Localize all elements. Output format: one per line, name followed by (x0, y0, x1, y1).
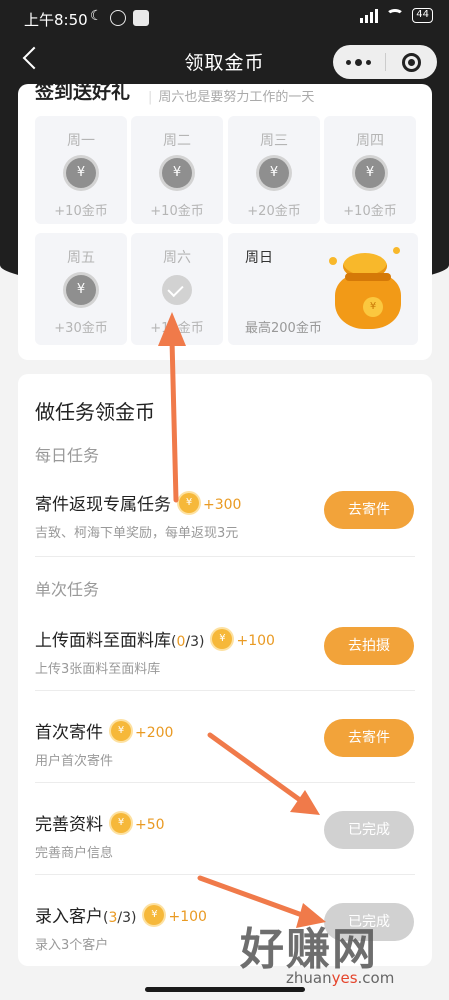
gold-coin-icon: ¥ (111, 813, 131, 833)
task-description: 录入3个客户 (35, 938, 109, 953)
task-row: 上传面料至面料库(0/3) ¥ +100 上传3张面料至面料库 去拍摄 (18, 610, 432, 702)
checkin-day-fri[interactable]: 周五 ¥ +30金币 (35, 233, 127, 345)
go-ship-button[interactable]: 去寄件 (324, 491, 414, 529)
tasks-title: 做任务领金币 (35, 400, 155, 424)
gold-coin-icon: ¥ (179, 493, 199, 513)
task-points: +50 (135, 817, 165, 833)
day-name: 周四 (356, 133, 384, 149)
task-name: 寄件返现专属任务 (35, 495, 171, 515)
task-description: 完善商户信息 (35, 846, 114, 861)
checkin-card: 签到送好礼 周六也是要努力工作的一天 周一 ¥ +10金币 周二 ¥ +10金币… (18, 84, 432, 360)
coin-icon: ¥ (66, 275, 96, 305)
task-name: 首次寄件 (35, 723, 103, 743)
gold-coin-icon: ¥ (144, 905, 165, 925)
divider (35, 874, 415, 875)
nav-bar: 领取金币 (0, 38, 449, 84)
coin-bag-icon: ¥ (329, 247, 405, 333)
gold-coin-icon: ¥ (212, 629, 233, 649)
day-reward: +20金币 (247, 204, 301, 219)
once-tasks-label: 单次任务 (35, 580, 100, 599)
day-reward: +30金币 (54, 321, 108, 336)
go-shoot-button[interactable]: 去拍摄 (324, 627, 414, 665)
task-name: 录入客户 (35, 907, 103, 927)
checkin-day-sun[interactable]: 周日 最高200金币 ¥ (228, 233, 418, 345)
day-name: 周三 (260, 133, 288, 149)
task-name: 完善资料 (35, 815, 103, 835)
task-points: +300 (203, 497, 242, 513)
checkin-title: 签到送好礼 (35, 84, 131, 103)
battery-icon: 44 (412, 8, 433, 23)
status-time: 上午8:50 (24, 11, 88, 29)
task-description: 上传3张面料至面料库 (35, 662, 161, 677)
task-description: 吉致、柯海下单奖励，每单返现3元 (35, 526, 239, 541)
checkin-subtitle: 周六也是要努力工作的一天 (148, 86, 314, 105)
day-reward: +10金币 (54, 204, 108, 219)
checkin-day-thu[interactable]: 周四 ¥ +10金币 (324, 116, 416, 224)
more-button[interactable] (333, 45, 385, 79)
day-name: 周六 (163, 250, 191, 266)
close-button[interactable] (385, 45, 437, 79)
coin-icon: ¥ (259, 158, 289, 188)
task-row: 寄件返现专属任务 ¥ +300 吉致、柯海下单奖励，每单返现3元 去寄件 (18, 474, 432, 566)
day-reward: +10金币 (150, 204, 204, 219)
task-points: +100 (168, 909, 207, 925)
checkin-day-tue[interactable]: 周二 ¥ +10金币 (131, 116, 223, 224)
checkmark-icon (162, 275, 192, 305)
task-row: 完善资料 ¥ +50 完善商户信息 已完成 (18, 794, 432, 886)
day-reward: +10金币 (150, 321, 204, 336)
more-dot-icon (366, 59, 372, 65)
checkin-day-wed[interactable]: 周三 ¥ +20金币 (228, 116, 320, 224)
day-name: 周五 (67, 250, 95, 266)
checkin-day-sat[interactable]: 周六 +10金币 (131, 233, 223, 345)
app-notification-icon (133, 10, 149, 26)
watermark: 好赚网 zhuanyes.com (240, 913, 440, 993)
completed-button: 已完成 (324, 811, 414, 849)
target-close-icon (401, 52, 421, 72)
more-dot-icon (346, 59, 352, 65)
daily-tasks-label: 每日任务 (35, 446, 100, 465)
tasks-card: 做任务领金币 每日任务 寄件返现专属任务 ¥ +300 吉致、柯海下单奖励，每单返现… (18, 374, 432, 966)
divider (35, 690, 415, 691)
day-name: 周一 (67, 133, 95, 149)
day-reward: 最高200金币 (245, 321, 322, 336)
divider (35, 782, 415, 783)
status-bar: 上午8:50 ☾ 44 (0, 0, 449, 36)
task-description: 用户首次寄件 (35, 754, 114, 769)
watermark-url: zhuanyes.com (286, 969, 395, 987)
gold-coin-icon: ¥ (111, 721, 131, 741)
day-reward: +10金币 (343, 204, 397, 219)
task-points: +100 (236, 633, 275, 649)
checkin-day-mon[interactable]: 周一 ¥ +10金币 (35, 116, 127, 224)
task-name: 上传面料至面料库 (35, 631, 171, 651)
signal-icon (360, 8, 379, 23)
wifi-icon (386, 9, 405, 22)
go-ship-button[interactable]: 去寄件 (324, 719, 414, 757)
coin-icon: ¥ (355, 158, 385, 188)
task-row: 首次寄件 ¥ +200 用户首次寄件 去寄件 (18, 702, 432, 794)
divider (35, 556, 415, 557)
coin-icon: ¥ (66, 158, 96, 188)
coin-icon: ¥ (162, 158, 192, 188)
day-name: 周二 (163, 133, 191, 149)
more-dot-icon (355, 58, 363, 66)
task-progress: (3/3) (103, 910, 137, 926)
task-progress: (0/3) (171, 634, 205, 650)
task-points: +200 (135, 725, 174, 741)
mute-icon (110, 10, 126, 26)
mini-program-capsule (333, 45, 437, 79)
home-indicator[interactable] (145, 987, 305, 992)
watermark-logo: 好赚网 (240, 924, 378, 975)
moon-icon: ☾ (90, 8, 103, 24)
day-name: 周日 (245, 250, 273, 266)
